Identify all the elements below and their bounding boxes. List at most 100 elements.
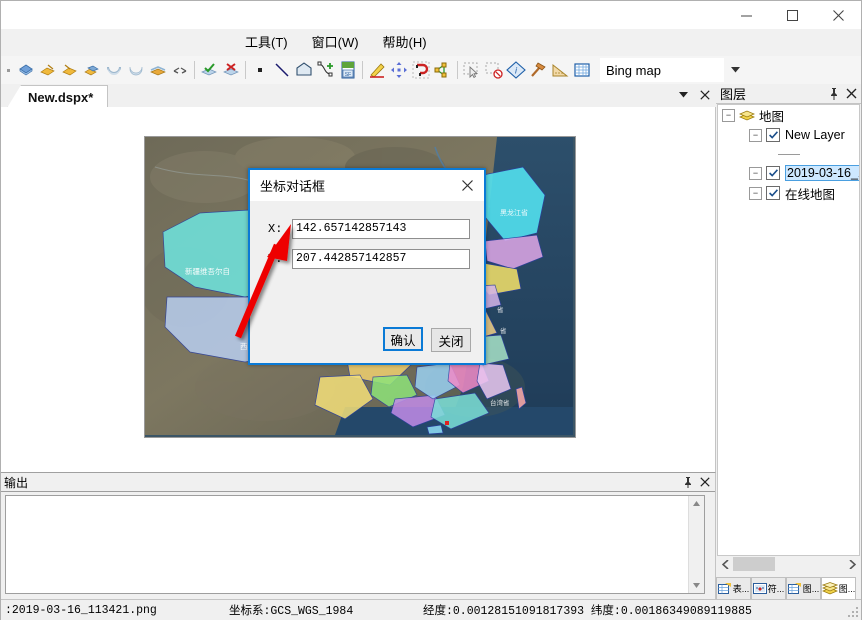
layers-horizontal-scrollbar[interactable]: [717, 556, 860, 572]
minimize-button[interactable]: [723, 1, 769, 29]
toolbar-separator: [194, 61, 195, 79]
menu-bar: 工具(T) 窗口(W) 帮助(H): [1, 29, 861, 57]
tab-symbols[interactable]: 符...: [751, 577, 786, 599]
layer-flat-icon[interactable]: [147, 57, 169, 83]
tab-attribute-table[interactable]: 表...: [716, 577, 751, 599]
scroll-down-icon[interactable]: [689, 578, 704, 593]
layer-visibility-checkbox[interactable]: [766, 128, 780, 142]
dialog-body: X: 142.657142857143 Y: 207.442857142857 …: [250, 201, 484, 365]
tree-item-label: 地图: [759, 109, 785, 124]
legend-icon: [787, 582, 802, 595]
layer-visibility-checkbox[interactable]: [766, 186, 780, 200]
expander-collapse-icon[interactable]: −: [749, 186, 762, 200]
layer-move-icon[interactable]: [169, 57, 191, 83]
svg-text:省: 省: [497, 305, 504, 314]
undo-icon[interactable]: [1, 57, 15, 83]
document-tab-strip: New.dspx*: [1, 84, 716, 108]
resize-grip-icon[interactable]: [847, 606, 859, 618]
layers-panel-title: 图层: [720, 87, 747, 102]
topology-icon[interactable]: [432, 57, 454, 83]
expander-collapse-icon[interactable]: −: [749, 128, 762, 142]
tab-legend[interactable]: 图...: [786, 577, 821, 599]
layers-stack-icon: [739, 109, 755, 122]
output-text-area[interactable]: [5, 495, 705, 594]
close-button[interactable]: [815, 1, 861, 29]
tree-item-online-map[interactable]: − 在线地图: [718, 183, 859, 203]
dialog-close-icon[interactable]: [454, 173, 480, 199]
tree-item-label: 在线地图: [785, 187, 836, 202]
symbol-icon: [752, 582, 767, 595]
dialog-title: 坐标对话框: [260, 179, 326, 194]
tree-item-map[interactable]: − 地图: [718, 105, 859, 125]
polyline-node-icon[interactable]: [315, 57, 337, 83]
y-input[interactable]: 207.442857142857: [292, 249, 470, 269]
layer-arc-icon[interactable]: [103, 57, 125, 83]
close-icon[interactable]: [698, 474, 712, 490]
application-window: 工具(T) 窗口(W) 帮助(H) SF i Bing map New.dspx…: [0, 0, 862, 620]
svg-text:SF: SF: [345, 72, 351, 78]
confirm-button[interactable]: 确认: [383, 327, 423, 351]
tree-item-symbol: [718, 145, 859, 163]
pin-icon[interactable]: [827, 85, 841, 102]
menu-window[interactable]: 窗口(W): [300, 31, 371, 55]
layers-tree[interactable]: − 地图 − New Layer − 2019-03-16_1 − 在线地图: [717, 104, 860, 556]
scroll-left-icon[interactable]: [717, 556, 733, 572]
pin-icon[interactable]: [681, 474, 695, 490]
output-vertical-scrollbar[interactable]: [688, 496, 704, 593]
tree-item-label: 2019-03-16_1: [785, 165, 859, 181]
layer-group-icon[interactable]: [81, 57, 103, 83]
magnet-snap-icon[interactable]: [410, 57, 432, 83]
map-canvas-area[interactable]: 新疆维吾尔自 西藏 黑龙江省 省 省 台湾省 坐标对话框: [1, 107, 716, 472]
map-view[interactable]: 新疆维吾尔自 西藏 黑龙江省 省 省 台湾省 坐标对话框: [144, 136, 576, 438]
layer-move-down-icon[interactable]: [59, 57, 81, 83]
measure-hammer-icon[interactable]: [527, 57, 549, 83]
scrollbar-track[interactable]: [775, 556, 844, 572]
menu-help[interactable]: 帮助(H): [371, 31, 439, 55]
scroll-up-icon[interactable]: [689, 496, 704, 511]
identify-icon[interactable]: i: [505, 57, 527, 83]
x-input[interactable]: 142.657142857143: [292, 219, 470, 239]
pan-move-icon[interactable]: [388, 57, 410, 83]
scroll-right-icon[interactable]: [844, 556, 860, 572]
layer-add-icon[interactable]: [15, 57, 37, 83]
expander-collapse-icon[interactable]: −: [722, 108, 735, 122]
deselect-icon[interactable]: [483, 57, 505, 83]
confirm-button-label: 确认: [390, 333, 416, 348]
table-icon: [717, 582, 732, 595]
tree-item-label: New Layer: [785, 128, 845, 142]
shapefile-icon[interactable]: SF: [337, 57, 359, 83]
tab-list-dropdown-icon[interactable]: [676, 86, 690, 104]
line-tool-icon[interactable]: [271, 57, 293, 83]
toolbar-separator: [457, 61, 458, 79]
layer-accept-icon[interactable]: [198, 57, 220, 83]
maximize-button[interactable]: [769, 1, 815, 29]
layer-move-up-icon[interactable]: [37, 57, 59, 83]
tree-item-new-layer[interactable]: − New Layer: [718, 125, 859, 145]
basemap-combo-arrow-icon[interactable]: [727, 58, 743, 82]
edit-pencil-icon[interactable]: [366, 57, 388, 83]
polygon-tool-icon[interactable]: [293, 57, 315, 83]
close-icon[interactable]: [844, 85, 858, 102]
scrollbar-thumb[interactable]: [733, 557, 775, 571]
expander-collapse-icon[interactable]: −: [749, 166, 762, 180]
status-crs: 坐标系:GCS_WGS_1984: [229, 605, 354, 618]
close-button-dialog[interactable]: 关闭: [431, 328, 471, 352]
tab-new-dspx[interactable]: New.dspx*: [7, 85, 109, 108]
tab-close-icon[interactable]: [698, 86, 712, 104]
tab-label: 图...: [838, 584, 856, 594]
status-coordinates: 经度:0.00128151091817393 纬度:0.001863490891…: [423, 605, 752, 618]
layer-visibility-checkbox[interactable]: [766, 166, 780, 180]
select-rect-icon[interactable]: [461, 57, 483, 83]
basemap-combo[interactable]: Bing map: [599, 57, 725, 83]
grid-basemap-icon[interactable]: [571, 57, 593, 83]
measure-area-icon[interactable]: [549, 57, 571, 83]
menu-tools[interactable]: 工具(T): [233, 31, 300, 55]
layer-arc2-icon[interactable]: [125, 57, 147, 83]
tab-layers[interactable]: 图...: [821, 577, 856, 599]
tree-item-raster-layer[interactable]: − 2019-03-16_1: [718, 163, 859, 183]
line-symbol-swatch: [778, 153, 800, 155]
layer-reject-icon[interactable]: [220, 57, 242, 83]
point-tool-icon[interactable]: [249, 57, 271, 83]
tab-label: 符...: [767, 584, 785, 594]
